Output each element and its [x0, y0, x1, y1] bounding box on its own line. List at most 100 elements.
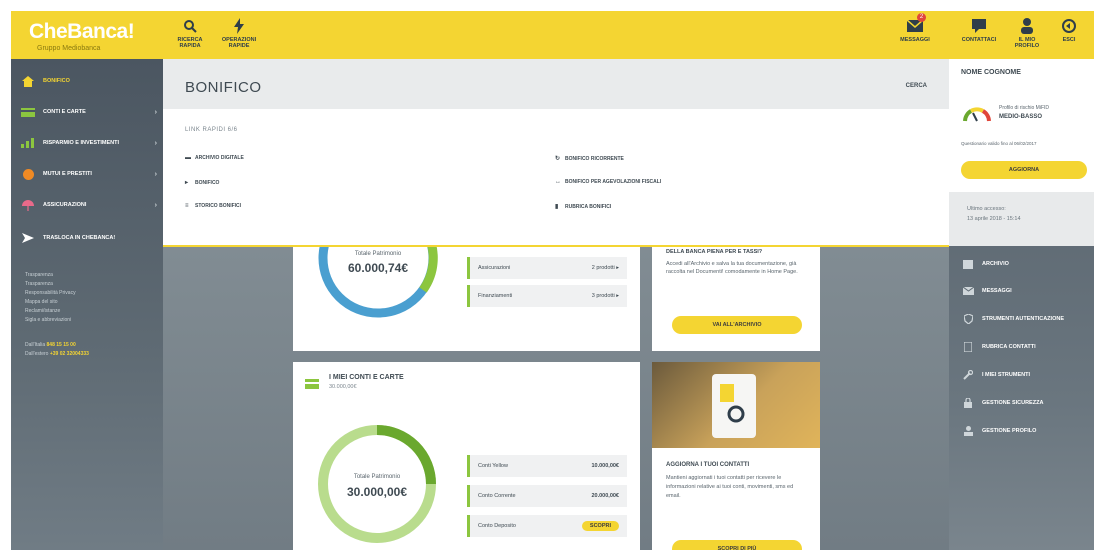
- last-access: Ultimo accesso: 13 aprile 2018 - 15:14: [949, 192, 1094, 246]
- right-menu-strumenti-auth[interactable]: STRUMENTI AUTENTICAZIONE: [962, 312, 1092, 326]
- right-menu-label: I MIEI STRUMENTI: [982, 372, 1030, 378]
- right-menu-rubrica[interactable]: RUBRICA CONTATTI: [962, 340, 1092, 354]
- quick-operations-label: OPERAZIONI RAPIDE: [221, 37, 257, 49]
- quick-link-bonifico[interactable]: ▸ BONIFICO: [185, 179, 220, 187]
- questionnaire-validity: Questionario valido fino al 06/02/2017: [961, 141, 1037, 146]
- quick-link-agevolazioni[interactable]: ↔ BONIFICO PER AGEVOLAZIONI FISCALI: [555, 179, 661, 185]
- footer-link[interactable]: Mappa del sito: [25, 299, 58, 305]
- search-icon: [166, 17, 214, 35]
- arrow-right-icon: ▸: [185, 180, 189, 186]
- quick-link-label: RUBRICA BONIFICI: [565, 203, 612, 210]
- home-icon: [21, 75, 35, 87]
- right-menu-label: ARCHIVIO: [982, 261, 1009, 267]
- update-button[interactable]: AGGIORNA: [961, 161, 1087, 179]
- sidebar-item-conti-carte[interactable]: CONTI E CARTE ›: [11, 101, 163, 123]
- panel-title: BONIFICO: [185, 79, 262, 96]
- footer-link[interactable]: Trasparenza: [25, 272, 53, 278]
- footer-link[interactable]: Reclami/istanze: [25, 308, 60, 314]
- app-frame: CheBanca! Gruppo Mediobanca RICERCA RAPI…: [11, 11, 1094, 550]
- right-menu-label: MESSAGGI: [982, 288, 1012, 294]
- top-bar: CheBanca! Gruppo Mediobanca RICERCA RAPI…: [11, 11, 1094, 59]
- quick-link-rubrica[interactable]: ▮ RUBRICA BONIFICI: [555, 203, 612, 211]
- sidebar-item-assicurazioni[interactable]: ASSICURAZIONI ›: [11, 194, 163, 216]
- logout-button[interactable]: ESCI: [1049, 17, 1089, 43]
- discover-more-button[interactable]: SCOPRI DI PIÙ: [672, 540, 802, 550]
- row-value: 3 prodotti ▸: [591, 293, 619, 299]
- my-profile-button[interactable]: IL MIO PROFILO: [1003, 17, 1051, 49]
- sidebar-item-label: BONIFICO: [43, 78, 70, 84]
- chevron-right-icon: ›: [154, 108, 157, 116]
- quick-link-label: STORICO BONIFICI: [195, 203, 242, 209]
- last-access-label: Ultimo accesso:: [967, 206, 1006, 212]
- right-menu-profilo[interactable]: GESTIONE PROFILO: [962, 424, 1092, 438]
- arrow-icon: [21, 232, 35, 244]
- messages-button[interactable]: 2 MESSAGGI: [891, 13, 939, 43]
- conti-total-value: 30.000,00€: [346, 485, 408, 499]
- chat-icon: [955, 17, 1003, 35]
- quick-link-label: BONIFICO RICORRENTE: [565, 155, 624, 162]
- chevron-right-icon: ›: [154, 139, 157, 147]
- brand-logo[interactable]: CheBanca! Gruppo Mediobanca: [29, 20, 135, 52]
- quick-link-label: BONIFICO PER AGEVOLAZIONI FISCALI: [565, 179, 662, 185]
- quick-link-ricorrente[interactable]: ↻ BONIFICO RICORRENTE: [555, 155, 624, 163]
- contact-button[interactable]: CONTATTACI: [955, 17, 1003, 43]
- profile-icon: [962, 426, 974, 436]
- footer-link[interactable]: Sigla e abbreviazioni: [25, 317, 71, 323]
- search-button[interactable]: CERCA: [906, 83, 927, 89]
- book-icon: ▮: [555, 204, 559, 210]
- patrimonio-label: Totale Patrimonio: [354, 251, 402, 257]
- right-menu-sicurezza[interactable]: GESTIONE SICUREZZA: [962, 396, 1092, 410]
- footer-link[interactable]: Responsabilità Privacy: [25, 290, 76, 296]
- archive-button[interactable]: VAI ALL'ARCHIVIO: [672, 316, 802, 334]
- quick-link-archivio[interactable]: ▬ ARCHIVIO DIGITALE: [185, 155, 244, 161]
- list-icon: ≡: [185, 203, 189, 209]
- right-menu-label: GESTIONE PROFILO: [982, 428, 1037, 434]
- row-finanziamenti[interactable]: Finanziamenti 3 prodotti ▸: [467, 285, 627, 307]
- quick-link-label: BONIFICO: [195, 179, 220, 186]
- phone-prefix: Dall'Italia: [25, 342, 46, 348]
- sidebar-item-label: ASSICURAZIONI: [43, 202, 87, 208]
- patrimonio-card: Totale Patrimonio 60.000,74€ Assicurazio…: [293, 198, 640, 351]
- repeat-icon: ↻: [555, 156, 561, 162]
- row-conti-yellow[interactable]: Conti Yellow 10.000,00€: [467, 455, 627, 477]
- footer-link[interactable]: Trasparenza: [25, 281, 53, 287]
- sidebar-item-trasloca[interactable]: TRASLOCA IN CHEBANCA!: [11, 227, 163, 249]
- sidebar-item-bonifico[interactable]: BONIFICO: [11, 70, 163, 92]
- mail-icon: 2: [891, 13, 939, 35]
- right-menu-messaggi[interactable]: MESSAGGI: [962, 284, 1092, 298]
- row-assicurazioni[interactable]: Assicurazioni 2 prodotti ▸: [467, 257, 627, 279]
- sidebar-item-risparmio[interactable]: RISPARMIO E INVESTIMENTI ›: [11, 132, 163, 154]
- right-menu-archivio[interactable]: ARCHIVIO: [962, 257, 1092, 271]
- quick-search-label: RICERCA RAPIDA: [177, 37, 203, 49]
- contacts-heading: AGGIORNA I TUOI CONTATTI: [666, 462, 750, 468]
- discover-button[interactable]: SCOPRI: [581, 521, 619, 531]
- right-menu-strumenti[interactable]: I MIEI STRUMENTI: [962, 368, 1092, 382]
- umbrella-icon: [21, 199, 35, 211]
- right-menu-label: STRUMENTI AUTENTICAZIONE: [982, 316, 1064, 322]
- contacts-icon: [962, 342, 974, 352]
- phone-prefix: Dall'estero: [25, 351, 49, 357]
- quick-operations-button[interactable]: OPERAZIONI RAPIDE: [215, 17, 263, 49]
- right-menu-label: RUBRICA CONTATTI: [982, 344, 1036, 350]
- messages-badge: 2: [917, 13, 926, 22]
- quick-link-storico[interactable]: ≡ STORICO BONIFICI: [185, 203, 241, 209]
- archive-text: Accedi all'Archivio e salva la tua docum…: [666, 261, 798, 275]
- sidebar-item-label: TRASLOCA IN CHEBANCA!: [43, 235, 116, 241]
- profile-name: NOME COGNOME: [961, 69, 1021, 76]
- panel-header: BONIFICO CERCA: [163, 59, 949, 109]
- envelope-icon: [962, 287, 974, 295]
- conti-card: I MIEI CONTI E CARTE 30.000,00€ Totale P…: [293, 362, 640, 550]
- sidebar-item-label: MUTUI E PRESTITI: [43, 171, 92, 177]
- sidebar-item-label: CONTI E CARTE: [43, 109, 86, 115]
- conti-title: I MIEI CONTI E CARTE: [329, 374, 404, 381]
- brand-name: CheBanca!: [29, 20, 135, 43]
- row-label: Conto Corrente: [478, 493, 516, 499]
- chevron-right-icon: ›: [154, 170, 157, 178]
- quick-search-button[interactable]: RICERCA RAPIDA: [166, 17, 214, 49]
- row-conto-deposito[interactable]: Conto Deposito SCOPRI: [467, 515, 627, 537]
- row-value: 10.000,00€: [591, 463, 619, 469]
- sidebar-item-mutui[interactable]: MUTUI E PRESTITI ›: [11, 163, 163, 185]
- logout-icon: [1049, 17, 1089, 35]
- row-conto-corrente[interactable]: Conto Corrente 20.000,00€: [467, 485, 627, 507]
- contact-label: CONTATTACI: [961, 37, 997, 43]
